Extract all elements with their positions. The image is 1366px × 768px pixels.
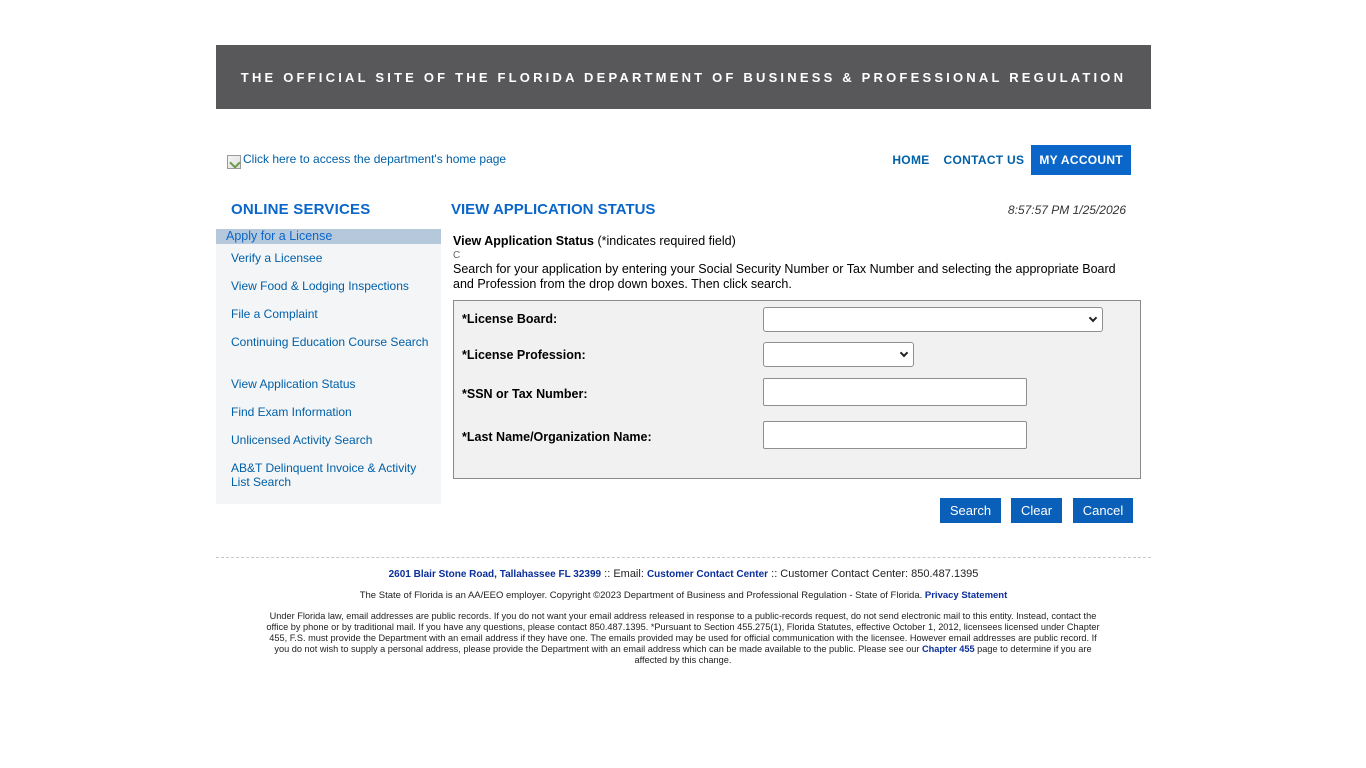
page-title: VIEW APPLICATION STATUS — [451, 201, 656, 218]
nav-contact-us[interactable]: CONTACT US — [937, 145, 1032, 175]
sidebar-item-ce-course-search[interactable]: Continuing Education Course Search — [231, 335, 431, 349]
sidebar-title: ONLINE SERVICES — [231, 201, 371, 218]
sidebar: Apply for a License Verify a Licensee Vi… — [216, 229, 441, 504]
clear-button[interactable]: Clear — [1011, 498, 1062, 523]
license-board-label: *License Board: — [462, 312, 558, 326]
last-name-label: *Last Name/Organization Name: — [462, 430, 652, 444]
chevron-down-icon — [1088, 313, 1098, 323]
stray-character: C — [453, 250, 461, 258]
top-navigation: HOME CONTACT US MY ACCOUNT — [885, 145, 1131, 175]
chapter-455-link[interactable]: Chapter 455 — [922, 644, 975, 654]
site-banner-text: THE OFFICIAL SITE OF THE FLORIDA DEPARTM… — [240, 69, 1127, 85]
form-heading-title: View Application Status — [453, 234, 594, 248]
sidebar-item-abt-delinquent[interactable]: AB&T Delinquent Invoice & Activity List … — [231, 461, 431, 489]
logo-alt-text: Click here to access the department's ho… — [243, 152, 507, 166]
footer-legal-text: Under Florida law, email addresses are p… — [266, 611, 1100, 665]
license-board-select[interactable] — [763, 307, 1103, 332]
footer-contact-line: 2601 Blair Stone Road, Tallahassee FL 32… — [388, 568, 979, 580]
sidebar-item-unlicensed-activity[interactable]: Unlicensed Activity Search — [231, 433, 431, 447]
sidebar-item-verify-licensee[interactable]: Verify a Licensee — [231, 251, 431, 265]
broken-image-icon — [227, 155, 241, 169]
sidebar-item-view-application-status[interactable]: View Application Status — [231, 377, 431, 391]
address-link[interactable]: 2601 Blair Stone Road, Tallahassee FL 32… — [389, 569, 602, 580]
ssn-input[interactable] — [763, 378, 1027, 406]
form-heading: View Application Status (*indicates requ… — [453, 234, 736, 248]
timestamp: 8:57:57 PM 1/25/2026 — [1007, 203, 1126, 217]
instructions-text: Search for your application by entering … — [453, 262, 1116, 291]
sidebar-item-file-complaint[interactable]: File a Complaint — [231, 307, 431, 321]
customer-contact-link[interactable]: Customer Contact Center — [647, 569, 768, 580]
chevron-down-icon — [899, 348, 909, 358]
sidebar-item-find-exam[interactable]: Find Exam Information — [231, 405, 431, 419]
department-logo-link[interactable]: Click here to access the department's ho… — [227, 152, 507, 169]
nav-home[interactable]: HOME — [885, 145, 936, 175]
site-banner: THE OFFICIAL SITE OF THE FLORIDA DEPARTM… — [216, 45, 1151, 109]
sidebar-item-food-lodging[interactable]: View Food & Lodging Inspections — [231, 279, 431, 293]
footer-eeo-line: The State of Florida is an AA/EEO employ… — [359, 590, 1008, 601]
required-field-note: (*indicates required field) — [597, 234, 736, 248]
cancel-button[interactable]: Cancel — [1073, 498, 1133, 523]
search-button[interactable]: Search — [940, 498, 1001, 523]
search-form: *License Board: *License Profession: *SS… — [453, 300, 1141, 479]
privacy-statement-link[interactable]: Privacy Statement — [925, 590, 1007, 601]
license-profession-label: *License Profession: — [462, 348, 586, 362]
last-name-input[interactable] — [763, 421, 1027, 449]
footer-divider — [216, 557, 1151, 558]
sidebar-item-apply-for-license[interactable]: Apply for a License — [216, 229, 441, 244]
license-profession-select[interactable] — [763, 342, 914, 367]
nav-my-account[interactable]: MY ACCOUNT — [1031, 145, 1131, 175]
ssn-label: *SSN or Tax Number: — [462, 387, 588, 401]
